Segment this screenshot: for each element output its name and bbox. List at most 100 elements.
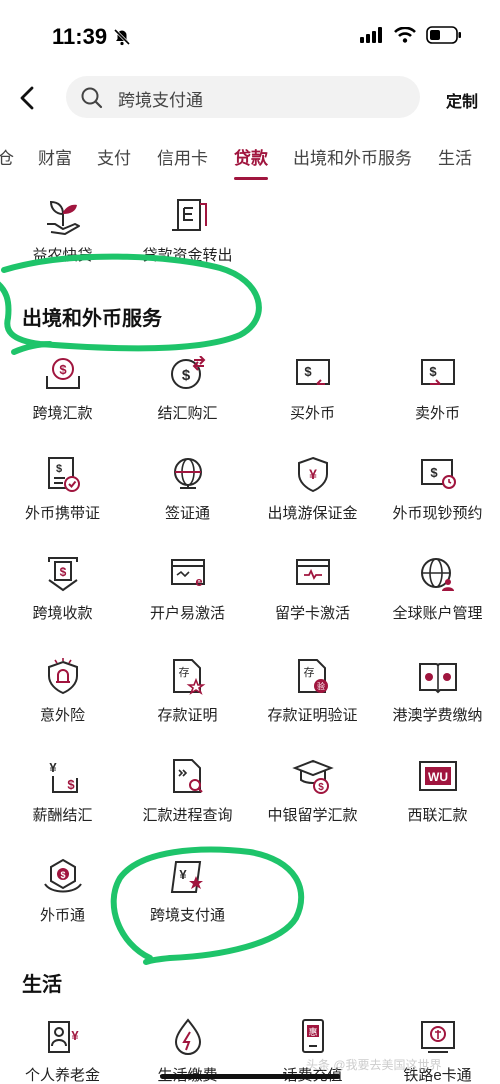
active-tab-indicator bbox=[234, 177, 268, 180]
grid-item-label: 留学卡激活 bbox=[274, 605, 350, 622]
grid-item-label: 外币携带证 bbox=[24, 505, 100, 522]
grid-item-study-card[interactable]: 留学卡激活 bbox=[250, 556, 375, 623]
grid-item-label: 存款证明 bbox=[157, 707, 218, 724]
western-union-icon: WU bbox=[418, 761, 457, 791]
grid-item-railway[interactable]: 铁路e卡通 bbox=[375, 1018, 500, 1084]
category-tabs: 仓 财富 支付 信用卡 贷款 出境和外币服务 生活 bbox=[0, 140, 500, 182]
grid-item-loan-transfer[interactable]: 贷款资金转出 bbox=[125, 196, 250, 265]
insurance-icon bbox=[47, 658, 78, 695]
svg-text:e: e bbox=[195, 574, 202, 589]
svg-text:验: 验 bbox=[317, 681, 325, 691]
grid-item-study-abroad-remittance[interactable]: $ 中银留学汇款 bbox=[250, 758, 375, 825]
svg-text:$: $ bbox=[181, 367, 190, 384]
grid-item-pension[interactable]: ¥ 个人养老金 bbox=[0, 1018, 125, 1084]
grid-item-salary-settlement[interactable]: ¥ $ 薪酬结汇 bbox=[0, 758, 125, 825]
svg-text:¥: ¥ bbox=[71, 1028, 79, 1043]
phone-topup-icon: 惠 bbox=[301, 1019, 324, 1053]
grid-item-label: 结汇购汇 bbox=[157, 405, 218, 422]
signal-icon bbox=[360, 27, 382, 43]
tab-partial[interactable]: 仓 bbox=[0, 144, 14, 169]
tab-cross-border[interactable]: 出境和外币服务 bbox=[293, 144, 412, 169]
svg-text:$: $ bbox=[429, 364, 437, 379]
battery-icon bbox=[426, 26, 461, 44]
grid-item-cross-border-pay[interactable]: ¥ 跨境支付通 bbox=[125, 858, 250, 925]
grid-item-travel-deposit[interactable]: ¥ 出境游保证金 bbox=[250, 456, 375, 523]
svg-text:存: 存 bbox=[303, 665, 314, 679]
sprout-icon bbox=[46, 200, 80, 235]
customize-button[interactable]: 定制 bbox=[446, 88, 478, 112]
search-icon bbox=[81, 87, 103, 109]
grid-item-accident-insurance[interactable]: 意外险 bbox=[0, 658, 125, 725]
wifi-icon bbox=[394, 27, 416, 43]
svg-text:$: $ bbox=[59, 565, 66, 579]
grid-item-account-activate[interactable]: e 开户易激活 bbox=[125, 556, 250, 623]
grid-item-deposit-certificate[interactable]: 存 存款证明 bbox=[125, 658, 250, 725]
receive-icon: $ bbox=[47, 557, 78, 592]
svg-text:$: $ bbox=[59, 362, 67, 377]
grid-item-label: 薪酬结汇 bbox=[32, 807, 93, 824]
svg-text:$: $ bbox=[55, 463, 61, 475]
svg-text:$: $ bbox=[318, 782, 324, 793]
tab-wealth[interactable]: 财富 bbox=[38, 144, 72, 169]
grid-item-label: 外币现钞预约 bbox=[392, 505, 483, 522]
grid-item-label: 意外险 bbox=[39, 707, 85, 724]
grid-item-visa[interactable]: 签证通 bbox=[125, 456, 250, 523]
deposit-certificate-icon: 存 bbox=[172, 659, 205, 695]
svg-text:$: $ bbox=[67, 777, 75, 792]
railway-icon bbox=[420, 1021, 455, 1053]
grid-item-verify-certificate[interactable]: 存 验 存款证明验证 bbox=[250, 658, 375, 725]
grid-item-label: 外币通 bbox=[39, 907, 85, 924]
remittance-query-icon bbox=[172, 759, 203, 793]
grid-item-label: 港澳学费缴纳 bbox=[392, 707, 483, 724]
grid-item-buy-fx[interactable]: $ 买外币 bbox=[250, 356, 375, 423]
cross-border-pay-icon: ¥ bbox=[170, 861, 203, 893]
grid-item-cross-border-receive[interactable]: $ 跨境收款 bbox=[0, 556, 125, 623]
western-union-badge: WU bbox=[428, 770, 448, 784]
grid-item-carry-certificate[interactable]: $ 外币携带证 bbox=[0, 456, 125, 523]
grid-item-foreign-currency-pass[interactable]: $ 外币通 bbox=[0, 858, 125, 925]
grid-item-label: 买外币 bbox=[289, 405, 335, 422]
cash-appointment-icon: $ bbox=[420, 459, 456, 489]
home-indicator[interactable] bbox=[160, 1074, 340, 1079]
grid-item-label: 跨境汇款 bbox=[32, 405, 93, 422]
svg-text:惠: 惠 bbox=[308, 1026, 317, 1038]
tab-life[interactable]: 生活 bbox=[438, 144, 472, 169]
foreign-currency-icon: $ bbox=[43, 858, 82, 893]
sell-currency-icon: $ bbox=[420, 359, 455, 385]
grid-item-western-union[interactable]: WU 西联汇款 bbox=[375, 758, 500, 825]
tab-credit-card[interactable]: 信用卡 bbox=[157, 144, 208, 169]
verify-certificate-icon: 存 验 bbox=[297, 659, 328, 693]
buy-currency-icon: $ bbox=[295, 359, 330, 385]
svg-text:¥: ¥ bbox=[309, 466, 317, 482]
tab-payment[interactable]: 支付 bbox=[97, 144, 131, 169]
grid-item-sell-fx[interactable]: $ 卖外币 bbox=[375, 356, 500, 423]
grid-item-fx-settlement[interactable]: $ 结汇购汇 bbox=[125, 356, 250, 423]
grid-item-cross-border-remittance[interactable]: $ 跨境汇款 bbox=[0, 356, 125, 423]
grid-item-label: 全球账户管理 bbox=[392, 605, 483, 622]
search-input[interactable]: 跨境支付通 bbox=[66, 76, 420, 118]
back-icon[interactable] bbox=[14, 82, 42, 114]
grid-item-hkmo-tuition[interactable]: 港澳学费缴纳 bbox=[375, 658, 500, 725]
tuition-book-icon bbox=[418, 663, 457, 694]
status-bar: 11:39 bbox=[0, 0, 500, 70]
global-account-icon bbox=[420, 558, 454, 591]
grid-item-label: 贷款资金转出 bbox=[142, 247, 233, 264]
grid-item-label: 汇款进程查询 bbox=[142, 807, 233, 824]
salary-icon: ¥ $ bbox=[49, 760, 78, 793]
mute-bell-icon bbox=[113, 28, 131, 46]
carry-certificate-icon: $ bbox=[47, 457, 80, 492]
study-card-icon bbox=[295, 559, 330, 585]
status-time: 11:39 bbox=[52, 24, 108, 49]
grid-item-global-account[interactable]: 全球账户管理 bbox=[375, 556, 500, 623]
grid-item-label: 个人养老金 bbox=[24, 1067, 100, 1084]
tab-loan[interactable]: 贷款 bbox=[234, 144, 268, 169]
grid-item-remittance-query[interactable]: 汇款进程查询 bbox=[125, 758, 250, 825]
grid-item-yinong-loan[interactable]: 益农快贷 bbox=[0, 196, 125, 265]
grid-item-cash-appointment[interactable]: $ 外币现钞预约 bbox=[375, 456, 500, 523]
svg-text:¥: ¥ bbox=[49, 760, 57, 775]
svg-text:存: 存 bbox=[178, 665, 189, 679]
svg-text:$: $ bbox=[430, 465, 438, 480]
grid-item-label: 存款证明验证 bbox=[267, 707, 358, 724]
globe-icon bbox=[173, 458, 202, 489]
card-activate-icon: e bbox=[170, 559, 205, 589]
